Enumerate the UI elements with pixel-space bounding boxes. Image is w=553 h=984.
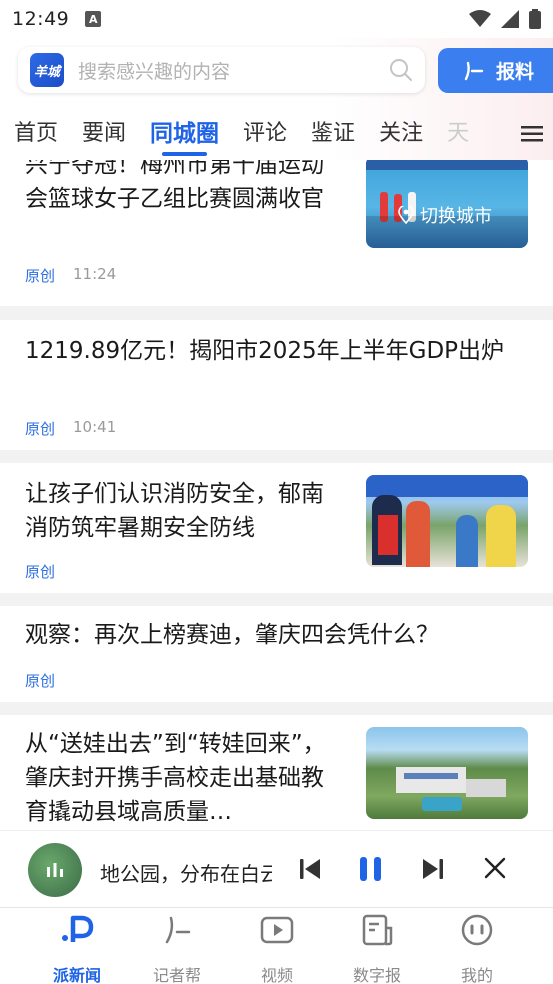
search-icon[interactable]: [389, 58, 413, 82]
report-label: 报料: [496, 61, 535, 83]
news-feed: 兴宁夺冠！梅州市第十届运动会篮球女子乙组比赛圆满收官 切换城市 原创 11:24…: [0, 160, 553, 830]
news-time: 10:41: [73, 418, 117, 436]
equalizer-icon: [47, 863, 63, 877]
report-pen-icon: [464, 61, 484, 80]
app-logo: 羊城: [30, 53, 64, 87]
news-card[interactable]: 观察：再次上榜赛迪，肇庆四会凭什么？ 原创: [0, 606, 553, 702]
news-tag: 原创: [25, 420, 56, 438]
pai-logo-icon: [62, 915, 94, 942]
news-tag: 原创: [25, 672, 56, 690]
report-button[interactable]: 报料: [438, 48, 553, 93]
nav-label: 视频: [260, 966, 293, 984]
news-card[interactable]: 让孩子们认识消防安全，郁南消防筑牢暑期安全防线 原创: [0, 463, 553, 593]
wifi-icon: [469, 10, 491, 27]
news-thumbnail: [366, 475, 528, 567]
nav-video[interactable]: 视频: [227, 908, 327, 984]
status-bar: 12:49 A: [0, 0, 553, 38]
switch-city-overlay[interactable]: 切换城市: [398, 202, 492, 228]
nav-digital-paper[interactable]: 数字报: [327, 908, 427, 984]
nav-label: 记者帮: [152, 966, 201, 984]
previous-icon[interactable]: [298, 855, 322, 883]
pause-icon[interactable]: [358, 855, 384, 883]
news-card[interactable]: 从“送娃出去”到“转娃回来”，肇庆封开携手高校走出基础教育撬动县域高质量…: [0, 715, 553, 830]
news-tag: 原创: [25, 267, 56, 285]
news-meta: 原创: [25, 670, 55, 691]
tab-headlines[interactable]: 要闻: [82, 115, 126, 147]
notification-a-icon: A: [85, 11, 102, 27]
signal-icon: [501, 10, 519, 28]
news-thumbnail: [366, 727, 528, 819]
nav-label: 派新闻: [52, 966, 101, 984]
location-pin-icon: [398, 206, 414, 224]
profile-icon: [461, 914, 493, 946]
category-tabs: 首页 要闻 同城圈 评论 鉴证 关注 天: [0, 102, 553, 160]
tab-more[interactable]: 天: [447, 115, 469, 147]
news-title: 从“送娃出去”到“转娃回来”，肇庆封开携手高校走出基础教育撬动县域高质量…: [25, 731, 326, 825]
video-icon: [260, 916, 294, 944]
tab-home[interactable]: 首页: [14, 115, 58, 147]
news-meta: 原创 11:24: [25, 265, 116, 286]
menu-icon[interactable]: [521, 126, 543, 142]
nav-pai-news[interactable]: 派新闻: [27, 908, 127, 984]
nav-label: 我的: [460, 966, 493, 984]
tab-follow[interactable]: 关注: [379, 115, 423, 147]
tab-verify[interactable]: 鉴证: [311, 115, 355, 147]
news-card[interactable]: 1219.89亿元！揭阳市2025年上半年GDP出炉 原创 10:41: [0, 320, 553, 450]
search-placeholder: 搜索感兴趣的内容: [78, 60, 231, 83]
nav-profile[interactable]: 我的: [427, 908, 527, 984]
news-thumbnail: 切换城市: [366, 160, 528, 248]
switch-city-label: 切换城市: [420, 206, 492, 227]
news-title: 1219.89亿元！揭阳市2025年上半年GDP出炉: [25, 338, 505, 364]
search-box[interactable]: 羊城 搜索感兴趣的内容: [18, 47, 425, 93]
bottom-nav: 派新闻 记者帮 视频 数字报 我的: [0, 907, 553, 984]
nav-reporter-help[interactable]: 记者帮: [127, 908, 227, 984]
close-icon[interactable]: [484, 857, 506, 879]
news-tag: 原创: [25, 563, 56, 581]
tab-city-circle[interactable]: 同城圈: [150, 114, 219, 156]
news-title: 观察：再次上榜赛迪，肇庆四会凭什么？: [25, 622, 439, 648]
player-track-text: 地公园，分布在白云: [100, 862, 272, 886]
next-icon[interactable]: [421, 855, 445, 883]
newspaper-icon: [362, 914, 393, 946]
news-meta: 原创 10:41: [25, 418, 116, 439]
news-card[interactable]: 兴宁夺冠！梅州市第十届运动会篮球女子乙组比赛圆满收官 切换城市 原创 11:24: [0, 160, 553, 306]
player-cover[interactable]: [28, 843, 82, 897]
search-header: 羊城 搜索感兴趣的内容 报料: [0, 38, 553, 102]
news-title: 兴宁夺冠！梅州市第十届运动会篮球女子乙组比赛圆满收官: [25, 160, 324, 212]
tab-comment[interactable]: 评论: [243, 115, 287, 147]
audio-player: 地公园，分布在白云: [0, 830, 553, 907]
news-title: 让孩子们认识消防安全，郁南消防筑牢暑期安全防线: [25, 481, 324, 541]
status-time: 12:49: [12, 8, 70, 30]
reporter-icon: [165, 916, 191, 944]
battery-icon: [529, 9, 541, 29]
status-icons: [469, 9, 541, 29]
news-time: 11:24: [73, 265, 117, 283]
news-meta: 原创: [25, 561, 55, 582]
nav-label: 数字报: [352, 966, 401, 984]
